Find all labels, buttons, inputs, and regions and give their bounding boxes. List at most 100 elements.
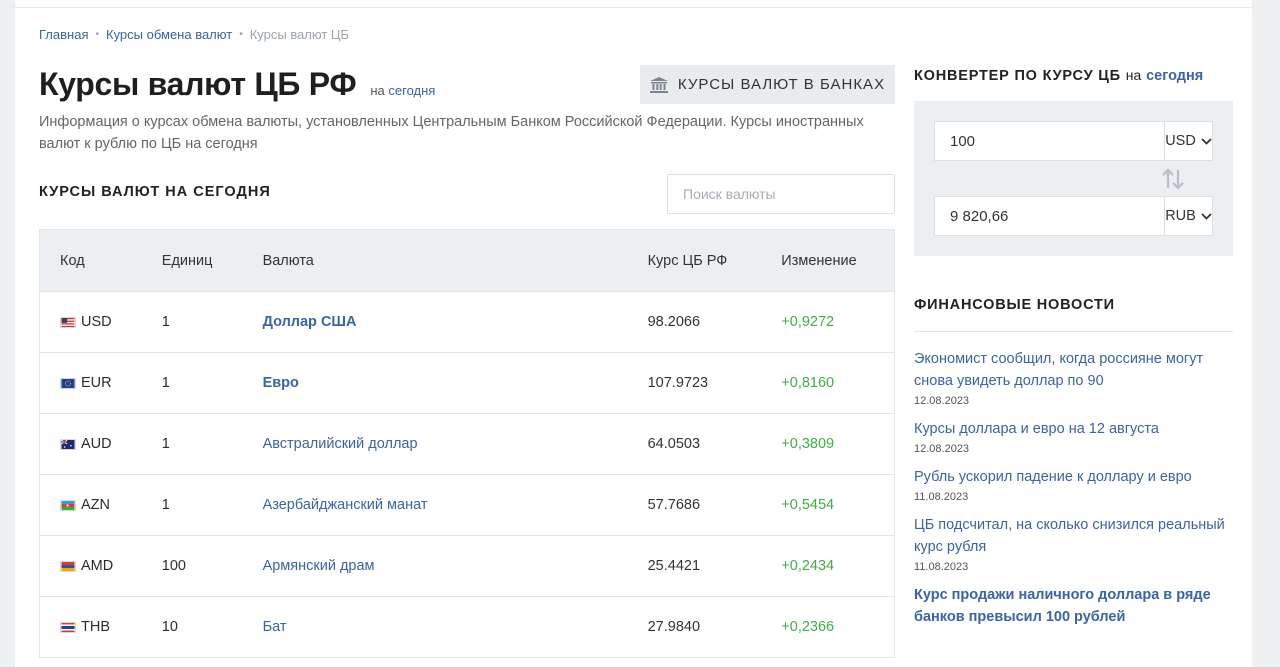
converter-today-link[interactable]: сегодня bbox=[1146, 68, 1203, 84]
cell-change: +0,2434 bbox=[781, 558, 835, 574]
converter-from-field: USD bbox=[934, 121, 1213, 161]
news-list: Экономист сообщил, когда россияне могут … bbox=[914, 348, 1233, 639]
converter-to-currency-select[interactable]: RUB bbox=[1164, 197, 1212, 235]
column-header-units: Единиц bbox=[161, 252, 213, 269]
table-header: Код Единиц Валюта Курс ЦБ РФ Изменение bbox=[40, 230, 894, 292]
table-row: AUD 1 Австралийский доллар 64.0503 +0,38… bbox=[40, 414, 894, 475]
table-row: AMD 100 Армянский драм 25.4421 +0,2434 bbox=[40, 536, 894, 597]
currency-name-link[interactable]: Доллар США bbox=[263, 314, 357, 330]
page-title: Курсы валют ЦБ РФ bbox=[39, 66, 357, 102]
converter-panel: USD RUB bbox=[914, 101, 1233, 256]
am-flag-icon bbox=[60, 560, 76, 572]
cell-code: AZN bbox=[40, 497, 142, 513]
bank-rates-button[interactable]: КУРСЫ ВАЛЮТ В БАНКАХ bbox=[640, 65, 895, 104]
cell-change: +0,5454 bbox=[781, 497, 835, 513]
news-item: Экономист сообщил, когда россияне могут … bbox=[914, 348, 1233, 407]
converter-from-amount-input[interactable] bbox=[935, 122, 1164, 160]
rates-section-title: КУРСЫ ВАЛЮТ НА СЕГОДНЯ bbox=[39, 184, 271, 200]
news-date: 12.08.2023 bbox=[914, 395, 970, 407]
currency-code: AZN bbox=[81, 497, 110, 513]
currency-code: AUD bbox=[81, 436, 112, 452]
cell-units: 1 bbox=[161, 436, 170, 452]
news-date: 11.08.2023 bbox=[914, 561, 969, 573]
cell-change: +0,3809 bbox=[781, 436, 835, 452]
news-date: 12.08.2023 bbox=[914, 443, 970, 455]
cell-rate: 25.4421 bbox=[647, 558, 701, 574]
converter-title-prefix: на bbox=[1125, 67, 1142, 83]
cell-change: +0,2366 bbox=[781, 619, 835, 635]
currency-search-input[interactable] bbox=[667, 174, 895, 214]
cell-units: 10 bbox=[161, 619, 178, 635]
top-bar bbox=[15, 0, 1252, 8]
cell-rate: 27.9840 bbox=[647, 619, 701, 635]
converter-title-text: КОНВЕРТЕР ПО КУРСУ ЦБ bbox=[914, 68, 1121, 84]
news-item: ЦБ подсчитал, на сколько снизился реальн… bbox=[914, 514, 1233, 573]
news-headline-link[interactable]: Рубль ускорил падение к доллару и евро bbox=[914, 466, 1233, 488]
table-row: USD 1 Доллар США 98.2066 +0,9272 bbox=[40, 292, 894, 353]
news-divider bbox=[914, 331, 1233, 332]
cell-code: AUD bbox=[40, 436, 142, 452]
cell-units: 1 bbox=[161, 314, 170, 330]
bank-icon bbox=[649, 76, 668, 93]
news-item: Рубль ускорил падение к доллару и евро 1… bbox=[914, 466, 1233, 503]
converter-from-currency-select[interactable]: USD bbox=[1164, 122, 1212, 160]
th-flag-icon bbox=[60, 621, 76, 633]
swap-arrows-icon[interactable] bbox=[1160, 166, 1186, 192]
chevron-down-icon bbox=[1201, 137, 1212, 145]
title-date-suffix: на сегодня bbox=[370, 83, 435, 98]
converter-from-currency-value: USD bbox=[1165, 133, 1196, 149]
cell-rate: 98.2066 bbox=[647, 314, 701, 330]
cell-rate: 57.7686 bbox=[647, 497, 701, 513]
currency-code: THB bbox=[81, 619, 110, 635]
cell-units: 100 bbox=[161, 558, 186, 574]
title-row: Курсы валют ЦБ РФ на сегодня bbox=[39, 66, 435, 103]
breadcrumb-exchange-link[interactable]: Курсы обмена валют bbox=[106, 27, 232, 42]
currency-name-link[interactable]: Армянский драм bbox=[263, 558, 375, 574]
news-item: Курсы доллара и евро на 12 августа 12.08… bbox=[914, 418, 1233, 455]
converter-to-field: RUB bbox=[934, 196, 1213, 236]
column-header-change: Изменение bbox=[781, 252, 857, 269]
title-suffix-prefix: на bbox=[370, 83, 385, 98]
currency-name-link[interactable]: Евро bbox=[263, 375, 299, 391]
news-headline-link[interactable]: Экономист сообщил, когда россияне могут … bbox=[914, 348, 1233, 392]
currency-name-link[interactable]: Азербайджанский манат bbox=[263, 497, 428, 513]
news-headline-link[interactable]: Курс продажи наличного доллара в ряде ба… bbox=[914, 584, 1233, 628]
cell-change: +0,8160 bbox=[781, 375, 835, 391]
converter-to-currency-value: RUB bbox=[1165, 208, 1196, 224]
eu-flag-icon bbox=[60, 377, 76, 389]
converter-to-amount-input[interactable] bbox=[935, 197, 1164, 235]
bank-rates-button-label: КУРСЫ ВАЛЮТ В БАНКАХ bbox=[677, 76, 886, 93]
au-flag-icon bbox=[60, 438, 76, 450]
news-date: 11.08.2023 bbox=[914, 491, 969, 503]
breadcrumb-separator: • bbox=[95, 29, 99, 40]
news-headline-link[interactable]: ЦБ подсчитал, на сколько снизился реальн… bbox=[914, 514, 1233, 558]
breadcrumb-home-link[interactable]: Главная bbox=[39, 27, 88, 42]
page-description: Информация о курсах обмена валюты, устан… bbox=[39, 114, 864, 152]
table-row: EUR 1 Евро 107.9723 +0,8160 bbox=[40, 353, 894, 414]
cell-code: USD bbox=[40, 314, 142, 330]
az-flag-icon bbox=[60, 499, 76, 511]
cell-code: EUR bbox=[40, 375, 142, 391]
news-item: Курс продажи наличного доллара в ряде ба… bbox=[914, 584, 1233, 628]
cell-rate: 64.0503 bbox=[647, 436, 701, 452]
cell-change: +0,9272 bbox=[781, 314, 835, 330]
title-today-link[interactable]: сегодня bbox=[388, 83, 435, 98]
chevron-down-icon bbox=[1201, 212, 1212, 220]
currency-code: USD bbox=[81, 314, 112, 330]
cell-code: THB bbox=[40, 619, 142, 635]
currency-code: EUR bbox=[81, 375, 112, 391]
breadcrumb-separator: • bbox=[239, 29, 243, 40]
converter-title: КОНВЕРТЕР ПО КУРСУ ЦБ на сегодня bbox=[914, 67, 1203, 84]
cell-units: 1 bbox=[161, 497, 170, 513]
news-headline-link[interactable]: Курсы доллара и евро на 12 августа bbox=[914, 418, 1233, 440]
table-row: THB 10 Бат 27.9840 +0,2366 bbox=[40, 597, 894, 658]
news-section-title: ФИНАНСОВЫЕ НОВОСТИ bbox=[914, 297, 1115, 313]
currency-name-link[interactable]: Австралийский доллар bbox=[263, 436, 418, 452]
cell-rate: 107.9723 bbox=[647, 375, 709, 391]
currency-name-link[interactable]: Бат bbox=[263, 619, 287, 635]
us-flag-icon bbox=[60, 316, 76, 328]
column-header-code: Код bbox=[60, 252, 85, 269]
column-header-currency: Валюта bbox=[262, 252, 314, 269]
column-header-rate: Курс ЦБ РФ bbox=[647, 252, 728, 269]
breadcrumb: Главная • Курсы обмена валют • Курсы вал… bbox=[39, 27, 349, 42]
